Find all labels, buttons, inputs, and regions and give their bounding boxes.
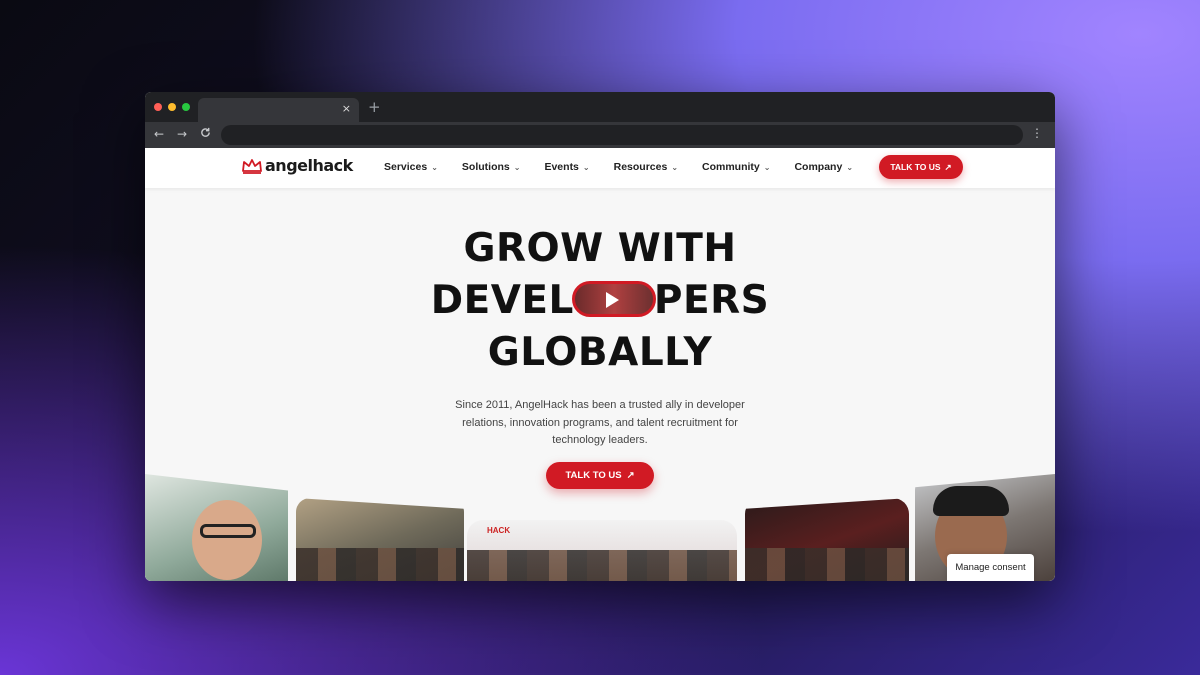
new-tab-icon[interactable]: +: [368, 98, 381, 116]
nav-label: Services: [384, 161, 428, 173]
event-banner-text: HACK: [487, 526, 511, 535]
talk-to-us-nav-button[interactable]: TALK TO US ↗: [879, 155, 963, 179]
photo-hackathon-audience: [296, 498, 464, 581]
photo-winners-with-crowns: HACK: [467, 520, 737, 581]
arrow-up-right-icon: ↗: [944, 161, 952, 172]
chevron-down-icon: ⌄: [431, 162, 438, 172]
nav-label: Community: [702, 161, 760, 173]
hero-cta-label: TALK TO US: [565, 469, 622, 481]
reload-icon[interactable]: [200, 127, 211, 141]
chevron-down-icon: ⌄: [582, 162, 590, 172]
minimize-window-button[interactable]: [168, 103, 176, 111]
chevron-down-icon: ⌄: [671, 162, 679, 172]
crown-icon: [242, 158, 262, 174]
nav-community[interactable]: Community ⌄: [702, 161, 770, 173]
chevron-down-icon: ⌄: [763, 162, 771, 172]
tab-close-icon[interactable]: ×: [342, 102, 351, 115]
nav-services[interactable]: Services ⌄: [384, 161, 438, 173]
nav-cta-label: TALK TO US: [890, 162, 941, 172]
photo-smiling-developer: [145, 474, 288, 581]
browser-window: × + ← → ⋮ angelhack Services ⌄ Solutions ⌄…: [145, 92, 1055, 581]
hero-headline-line2: DEVEL PERS: [145, 275, 1055, 327]
nav-solutions[interactable]: Solutions ⌄: [462, 161, 521, 173]
nav-label: Company: [794, 161, 843, 173]
nav-label: Events: [544, 161, 579, 173]
nav-label: Solutions: [461, 161, 510, 173]
talk-to-us-hero-button[interactable]: TALK TO US ↗: [546, 461, 654, 489]
browser-menu-icon[interactable]: ⋮: [1031, 126, 1043, 140]
arrow-up-right-icon: ↗: [626, 469, 635, 481]
hero-headline-line3: GLOBALLY: [487, 330, 713, 375]
nav-events[interactable]: Events ⌄: [544, 161, 589, 173]
window-controls: [154, 103, 190, 111]
hero-subtitle: Since 2011, AngelHack has been a trusted…: [455, 399, 745, 446]
photo-cheering-team: [745, 498, 909, 581]
hair-shape: [933, 486, 1009, 516]
hero-headline-line1: GROW WITH: [463, 226, 737, 271]
play-icon: [605, 292, 619, 308]
browser-tab-strip: × +: [145, 92, 1055, 122]
headline-text-after: PERS: [653, 278, 770, 323]
face-shape: [192, 500, 262, 580]
close-window-button[interactable]: [154, 103, 162, 111]
hero-section: GROW WITH DEVEL PERS GLOBALLY Since 2011,…: [145, 188, 1055, 489]
browser-tab[interactable]: ×: [198, 98, 359, 122]
glasses-shape: [200, 524, 256, 538]
nav-company[interactable]: Company ⌄: [794, 161, 853, 173]
browser-toolbar: ← → ⋮: [145, 122, 1055, 148]
maximize-window-button[interactable]: [182, 103, 190, 111]
address-bar[interactable]: [221, 125, 1023, 145]
chevron-down-icon: ⌄: [846, 162, 854, 172]
crowd-shape: [467, 550, 737, 581]
chevron-down-icon: ⌄: [513, 162, 521, 172]
nav-label: Resources: [613, 161, 668, 173]
crowd-shape: [745, 548, 909, 581]
site-header: angelhack Services ⌄ Solutions ⌄ Events ⌄ R…: [145, 148, 1055, 188]
angelhack-logo[interactable]: angelhack: [241, 156, 353, 175]
manage-consent-button[interactable]: Manage consent: [947, 554, 1034, 581]
headline-text-before: DEVEL: [430, 278, 574, 323]
video-play-pill[interactable]: [571, 281, 656, 317]
crowd-shape: [296, 548, 464, 581]
back-arrow-icon[interactable]: ←: [154, 127, 164, 141]
web-page: angelhack Services ⌄ Solutions ⌄ Events ⌄ R…: [145, 148, 1055, 581]
nav-resources[interactable]: Resources ⌄: [614, 161, 678, 173]
forward-arrow-icon[interactable]: →: [177, 127, 187, 141]
logo-text: angelhack: [265, 156, 353, 175]
main-menu: Services ⌄ Solutions ⌄ Events ⌄ Resources ⌄ …: [384, 161, 877, 173]
